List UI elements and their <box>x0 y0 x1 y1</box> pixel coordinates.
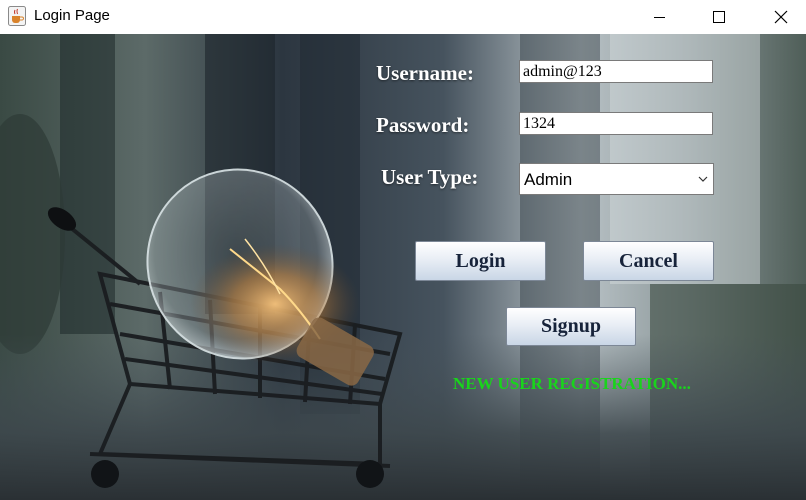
signup-button[interactable]: Signup <box>506 307 636 346</box>
user-type-label: User Type: <box>381 165 479 189</box>
maximize-button[interactable] <box>696 0 742 34</box>
login-button[interactable]: Login <box>415 241 546 281</box>
username-label: Username: <box>376 61 474 85</box>
minimize-button[interactable] <box>637 0 683 34</box>
close-button[interactable] <box>758 0 804 34</box>
user-type-dropdown[interactable]: Admin <box>519 163 714 195</box>
java-cup-icon <box>8 6 26 26</box>
window-title: Login Page <box>34 7 110 24</box>
new-user-registration-link[interactable]: NEW USER REGISTRATION... <box>453 374 691 394</box>
username-field[interactable] <box>519 60 713 83</box>
cancel-button[interactable]: Cancel <box>583 241 714 281</box>
maximize-icon <box>713 11 725 23</box>
close-icon <box>774 10 788 24</box>
user-type-selected-value: Admin <box>524 170 573 189</box>
content-panel: Username: Password: User Type: Admin Log… <box>0 34 806 500</box>
password-field[interactable] <box>519 112 713 135</box>
title-bar: Login Page <box>0 0 806 34</box>
login-window: Login Page Username: admin@123 Password:… <box>0 0 806 500</box>
minimize-icon <box>654 17 665 18</box>
chevron-down-icon <box>698 176 708 182</box>
password-label: Password: <box>376 113 470 137</box>
